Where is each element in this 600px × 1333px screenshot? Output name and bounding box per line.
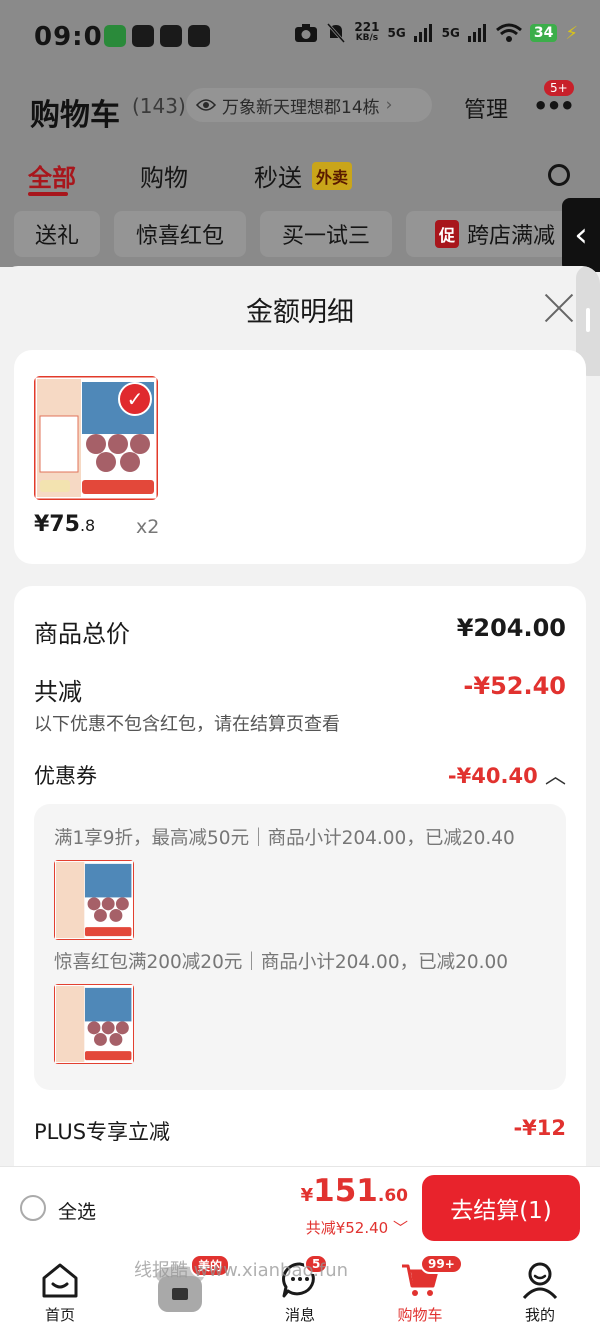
chip-cross-store[interactable]: 促 跨店满减	[406, 211, 584, 257]
mute-icon	[327, 23, 346, 43]
home-icon	[42, 1263, 78, 1298]
nav-mine[interactable]: 我的	[480, 1250, 600, 1333]
coupon-value: -¥40.40 ︿	[447, 764, 566, 788]
app-icon	[160, 25, 182, 47]
product-price: ¥75.8	[34, 512, 96, 537]
check-icon: ✓	[118, 382, 152, 416]
sheet-title: 金额明细	[246, 297, 354, 328]
status-bar: 09:09 221 KB/s 5G 5G 34 ⚡	[0, 0, 600, 72]
cart-title: 购物车	[30, 98, 120, 133]
layers-icon	[132, 25, 154, 47]
watermark: 线报酷 www.xianbao.fun	[134, 1260, 349, 1281]
net-speed: 221 KB/s	[354, 20, 380, 43]
nav-messages-label: 消息	[284, 1306, 315, 1324]
charging-icon: ⚡	[565, 22, 578, 44]
chevron-up-icon: ︿	[545, 764, 566, 788]
nav-home-label: 首页	[44, 1306, 75, 1324]
tiktok-icon	[188, 25, 210, 47]
notification-icons	[104, 25, 210, 47]
total-price-row: 商品总价 ¥204.00	[34, 614, 566, 648]
chip-cross-store-label: 跨店满减	[467, 224, 556, 249]
product-card: ✓ ¥75.8 x2	[14, 350, 586, 564]
tab-flash[interactable]: 秒送	[254, 158, 302, 193]
promo-tag: 促	[434, 220, 459, 248]
nav-mine-label: 我的	[524, 1306, 555, 1324]
coupon-row[interactable]: 优惠券 -¥40.40 ︿	[34, 760, 566, 790]
coupon-line-1: 满1享9折，最高减50元｜商品小计204.00，已减20.40	[54, 828, 515, 849]
address-selector[interactable]: 万象新天理想郡14栋 ›	[186, 88, 432, 122]
more-badge: 5+	[544, 80, 574, 96]
wifi-icon	[495, 23, 522, 42]
select-all-radio[interactable]	[20, 1195, 46, 1221]
discount-row: 共减 -¥52.40	[34, 672, 566, 706]
plus-discount-label: PLUS专享立减	[34, 1120, 171, 1144]
manage-button[interactable]: 管理	[464, 92, 508, 124]
nav-home[interactable]: 首页	[0, 1250, 120, 1333]
tab-all[interactable]: 全部	[28, 158, 76, 193]
close-icon[interactable]	[540, 290, 576, 326]
wechat-icon	[104, 25, 126, 47]
total-price-value: ¥204.00	[456, 614, 566, 642]
price-detail-card: 商品总价 ¥204.00 共减 -¥52.40 以下优惠不包含红包，请在结算页查…	[14, 586, 586, 1166]
checkout-button[interactable]: 去结算(1)	[422, 1175, 580, 1241]
tab-shopping[interactable]: 购物	[140, 158, 188, 193]
tab-active-indicator	[28, 192, 68, 196]
chevron-left-icon[interactable]: ‹	[562, 198, 600, 272]
nav-cart-label: 购物车	[397, 1306, 443, 1324]
plus-discount-value: -¥12	[513, 1116, 566, 1140]
chip-surprise[interactable]: 惊喜红包	[114, 211, 246, 257]
camera-icon	[295, 24, 318, 42]
coupon-line-2: 惊喜红包满200减20元｜商品小计204.00，已减20.00	[54, 952, 509, 973]
signal-bars-icon	[413, 24, 432, 42]
discount-note: 以下优惠不包含红包，请在结算页查看	[34, 714, 340, 735]
checkout-total: ¥151.60	[300, 1173, 408, 1209]
signal-2: 5G	[441, 26, 460, 40]
chevron-down-icon: ﹀	[392, 1219, 408, 1237]
status-right: 221 KB/s 5G 5G 34 ⚡	[294, 20, 578, 44]
discount-value: -¥52.40	[463, 672, 566, 700]
product-quantity: x2	[136, 516, 160, 538]
checkout-bar: 全选 ¥151.60 共减¥52.40 ﹀ 去结算(1)	[0, 1166, 600, 1250]
cart-count: (143)	[132, 94, 186, 118]
takeout-tag: 外卖	[312, 162, 353, 190]
amount-detail-sheet: 金额明细 ✓ ¥75.8 x2 商品总价 ¥204.00 共减 -¥52.40 …	[0, 266, 600, 1166]
signal-bars-icon	[467, 24, 486, 42]
cart-page-background: 购物车 (143) 万象新天理想郡14栋 › 管理 ••• 5+ 全部 购物 秒…	[0, 72, 600, 272]
coupon-details: 满1享9折，最高减50元｜商品小计204.00，已减20.40 惊喜红包满200…	[34, 804, 566, 1090]
search-icon[interactable]	[548, 164, 570, 186]
more-icon[interactable]: •••	[533, 92, 575, 120]
cart-badge: 99+	[420, 1254, 463, 1274]
filter-chips: 送礼 惊喜红包 买一试三 促 跨店满减	[0, 211, 600, 257]
battery-level: 34	[529, 24, 558, 42]
chevron-right-icon: ›	[385, 95, 393, 115]
coupon-product-image-2	[54, 984, 134, 1064]
coupon-product-image-1	[54, 860, 134, 940]
checkout-saved[interactable]: 共减¥52.40 ﹀	[306, 1217, 408, 1238]
user-icon	[522, 1262, 558, 1300]
signal-1: 5G	[387, 26, 406, 40]
chip-gift[interactable]: 送礼	[14, 211, 100, 257]
cart-tabs: 全部 购物 秒送 外卖	[0, 158, 600, 198]
plus-discount-row: PLUS专享立减 -¥12	[34, 1116, 566, 1146]
eye-icon	[196, 99, 216, 111]
select-all-label[interactable]: 全选	[58, 1197, 96, 1224]
address-text: 万象新天理想郡14栋	[222, 97, 380, 118]
nav-cart[interactable]: 99+ 购物车	[360, 1250, 480, 1333]
chip-try[interactable]: 买一试三	[260, 211, 392, 257]
